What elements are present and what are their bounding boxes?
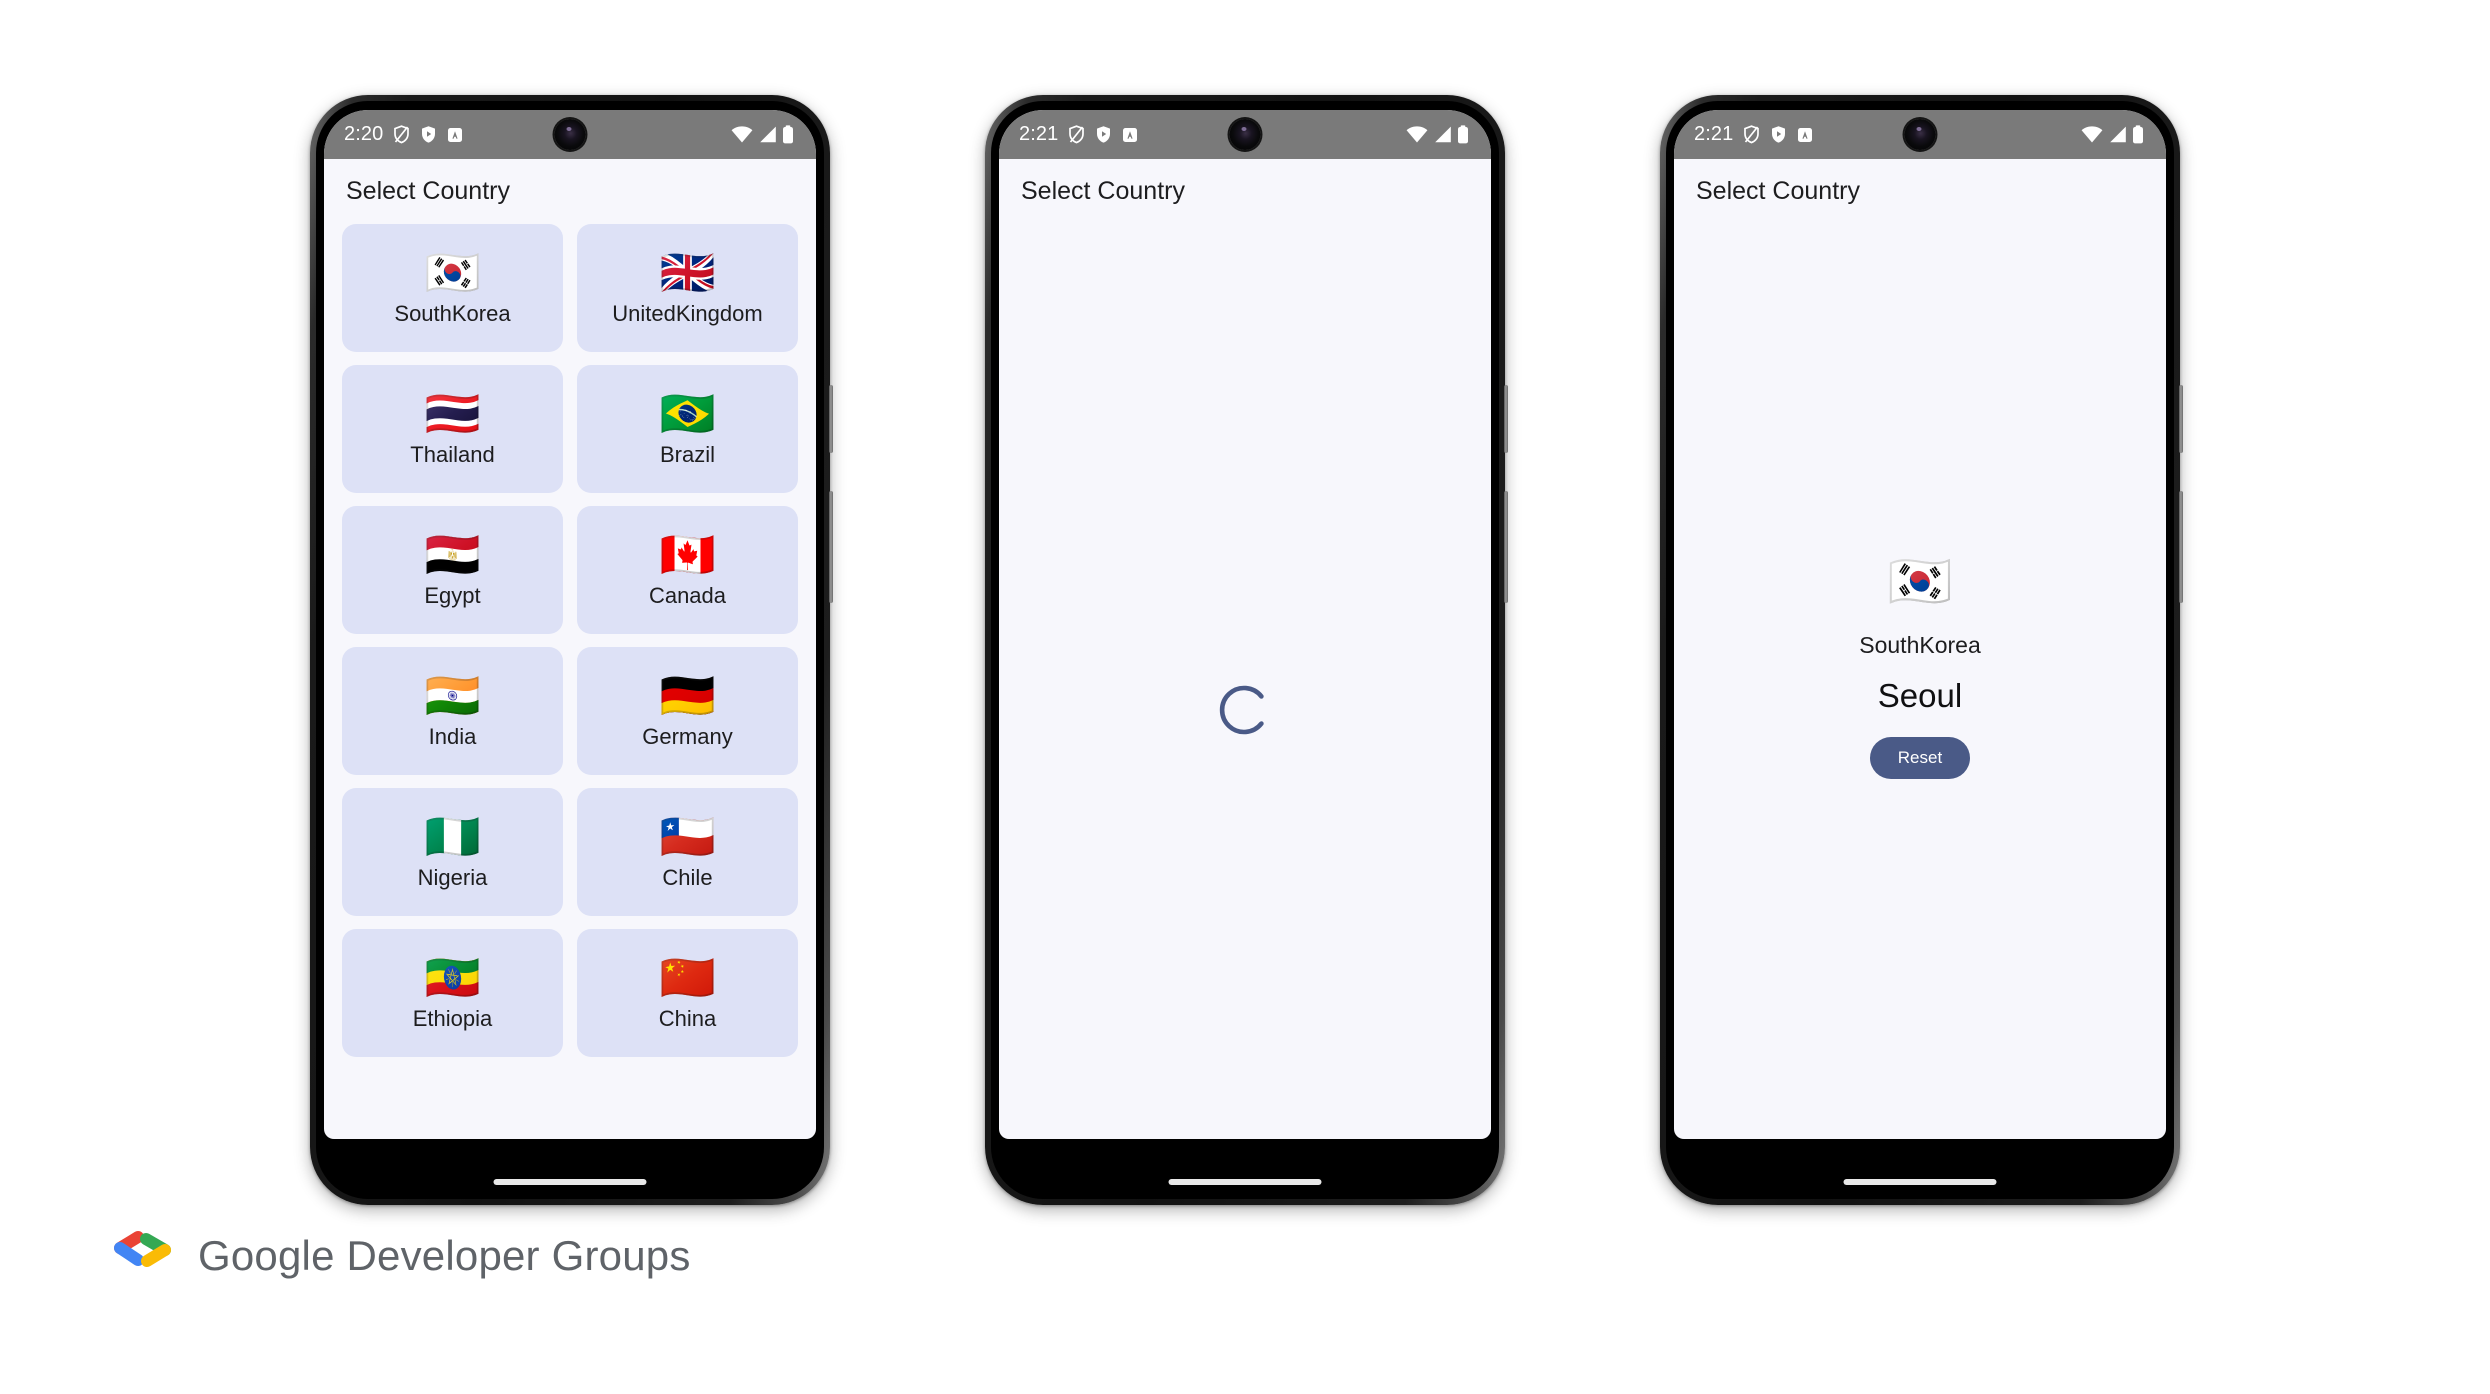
battery-icon	[782, 125, 794, 144]
page-title: Select Country	[1021, 177, 1185, 205]
status-bar: 2:20	[324, 110, 816, 159]
country-name-label: India	[428, 723, 477, 749]
country-card[interactable]: 🇪🇬 Egypt	[342, 506, 563, 634]
phone-screen-loading: 2:21 Select Country	[999, 110, 1491, 1139]
phone-screen-list: 2:20 Select Country 🇰🇷 SouthKorea 🇬🇧 Uni…	[324, 110, 816, 1139]
country-name-label: Nigeria	[417, 864, 488, 890]
app-bar: Select Country	[324, 159, 816, 220]
home-indicator[interactable]	[1843, 1179, 1997, 1185]
home-indicator[interactable]	[493, 1179, 647, 1185]
country-name-label: Ethiopia	[412, 1005, 493, 1031]
country-flag-icon: 🇧🇷	[659, 386, 716, 440]
country-flag-icon: 🇬🇧	[659, 245, 716, 299]
result-panel: 🇰🇷 SouthKorea Seoul Reset	[1674, 220, 2166, 1114]
country-card[interactable]: 🇰🇷 SouthKorea	[342, 224, 563, 352]
app-bar: Select Country	[1674, 159, 2166, 220]
wifi-icon	[731, 126, 753, 143]
country-card[interactable]: 🇳🇬 Nigeria	[342, 788, 563, 916]
country-name-label: Canada	[648, 582, 727, 608]
country-name-label: Egypt	[424, 582, 481, 608]
battery-icon	[2132, 125, 2144, 144]
wifi-icon	[1406, 126, 1428, 143]
reset-button[interactable]: Reset	[1869, 736, 1971, 779]
page-title: Select Country	[1696, 177, 1860, 205]
country-card[interactable]: 🇮🇳 India	[342, 647, 563, 775]
cellular-signal-icon	[758, 126, 777, 143]
phone-device-list: 2:20 Select Country 🇰🇷 SouthKorea 🇬🇧 Uni…	[310, 95, 833, 1205]
phone-row: 2:20 Select Country 🇰🇷 SouthKorea 🇬🇧 Uni…	[0, 95, 2490, 1215]
country-flag-icon: 🇨🇳	[659, 950, 716, 1004]
power-button[interactable]	[2179, 385, 2183, 453]
volume-button[interactable]	[829, 491, 833, 603]
phone-device-result: 2:21 Select Country 🇰🇷 SouthKorea Seoul …	[1660, 95, 2183, 1205]
status-bar: 2:21	[999, 110, 1491, 159]
front-camera-icon	[1904, 119, 1936, 150]
volume-button[interactable]	[2179, 491, 2183, 603]
wifi-icon	[2081, 126, 2103, 143]
result-country-label: SouthKorea	[1859, 631, 1981, 658]
country-card[interactable]: 🇩🇪 Germany	[577, 647, 798, 775]
shield-play-icon	[420, 125, 437, 144]
shield-slash-icon	[393, 125, 410, 144]
country-name-label: SouthKorea	[394, 300, 511, 326]
country-name-label: Germany	[642, 723, 733, 749]
power-button[interactable]	[1504, 385, 1508, 453]
app-bar: Select Country	[999, 159, 1491, 220]
status-bar: 2:21	[1674, 110, 2166, 159]
home-indicator[interactable]	[1168, 1179, 1322, 1185]
shield-slash-icon	[1068, 125, 1085, 144]
country-name-label: Chile	[662, 864, 713, 890]
country-flag-icon: 🇨🇱	[659, 809, 716, 863]
country-name-label: Thailand	[410, 441, 495, 467]
country-flag-icon: 🇰🇷	[424, 245, 481, 299]
result-flag-icon: 🇰🇷	[1887, 551, 1953, 612]
country-card[interactable]: 🇧🇷 Brazil	[577, 365, 798, 493]
country-flag-icon: 🇪🇹	[424, 950, 481, 1004]
footer-label: Google Developer Groups	[198, 1231, 691, 1279]
gdg-logo-icon	[108, 1229, 176, 1282]
country-name-label: Brazil	[659, 441, 715, 467]
status-bar-clock: 2:21	[1694, 123, 1734, 145]
battery-icon	[1457, 125, 1469, 144]
front-camera-icon	[1229, 119, 1261, 150]
country-card[interactable]: 🇨🇳 China	[577, 929, 798, 1057]
phone-screen-result: 2:21 Select Country 🇰🇷 SouthKorea Seoul …	[1674, 110, 2166, 1139]
cellular-signal-icon	[2108, 126, 2127, 143]
footer-branding: Google Developer Groups	[108, 1229, 691, 1282]
country-grid: 🇰🇷 SouthKorea 🇬🇧 UnitedKingdom 🇹🇭 Thailand 🇧🇷 B…	[324, 220, 816, 1057]
phone-device-loading: 2:21 Select Country	[985, 95, 1508, 1205]
country-card[interactable]: 🇨🇦 Canada	[577, 506, 798, 634]
country-flag-icon: 🇮🇳	[424, 668, 481, 722]
volume-button[interactable]	[1504, 491, 1508, 603]
country-card[interactable]: 🇹🇭 Thailand	[342, 365, 563, 493]
country-card[interactable]: 🇪🇹 Ethiopia	[342, 929, 563, 1057]
country-flag-icon: 🇨🇦	[659, 527, 716, 581]
result-capital-label: Seoul	[1877, 676, 1963, 714]
country-flag-icon: 🇹🇭	[424, 386, 481, 440]
loading-spinner-icon	[1217, 682, 1273, 738]
country-flag-icon: 🇳🇬	[424, 809, 481, 863]
status-bar-clock: 2:20	[344, 123, 384, 145]
power-button[interactable]	[829, 385, 833, 453]
country-flag-icon: 🇩🇪	[659, 668, 716, 722]
app-badge-icon	[1122, 127, 1138, 143]
front-camera-icon	[554, 119, 586, 150]
shield-slash-icon	[1743, 125, 1760, 144]
country-card[interactable]: 🇨🇱 Chile	[577, 788, 798, 916]
app-badge-icon	[447, 127, 463, 143]
loading-stage	[999, 220, 1491, 1139]
country-name-label: China	[658, 1005, 717, 1031]
country-flag-icon: 🇪🇬	[424, 527, 481, 581]
cellular-signal-icon	[1433, 126, 1452, 143]
country-card[interactable]: 🇬🇧 UnitedKingdom	[577, 224, 798, 352]
app-badge-icon	[1797, 127, 1813, 143]
country-name-label: UnitedKingdom	[612, 300, 763, 326]
status-bar-clock: 2:21	[1019, 123, 1059, 145]
shield-play-icon	[1095, 125, 1112, 144]
page-title: Select Country	[346, 177, 510, 205]
shield-play-icon	[1770, 125, 1787, 144]
